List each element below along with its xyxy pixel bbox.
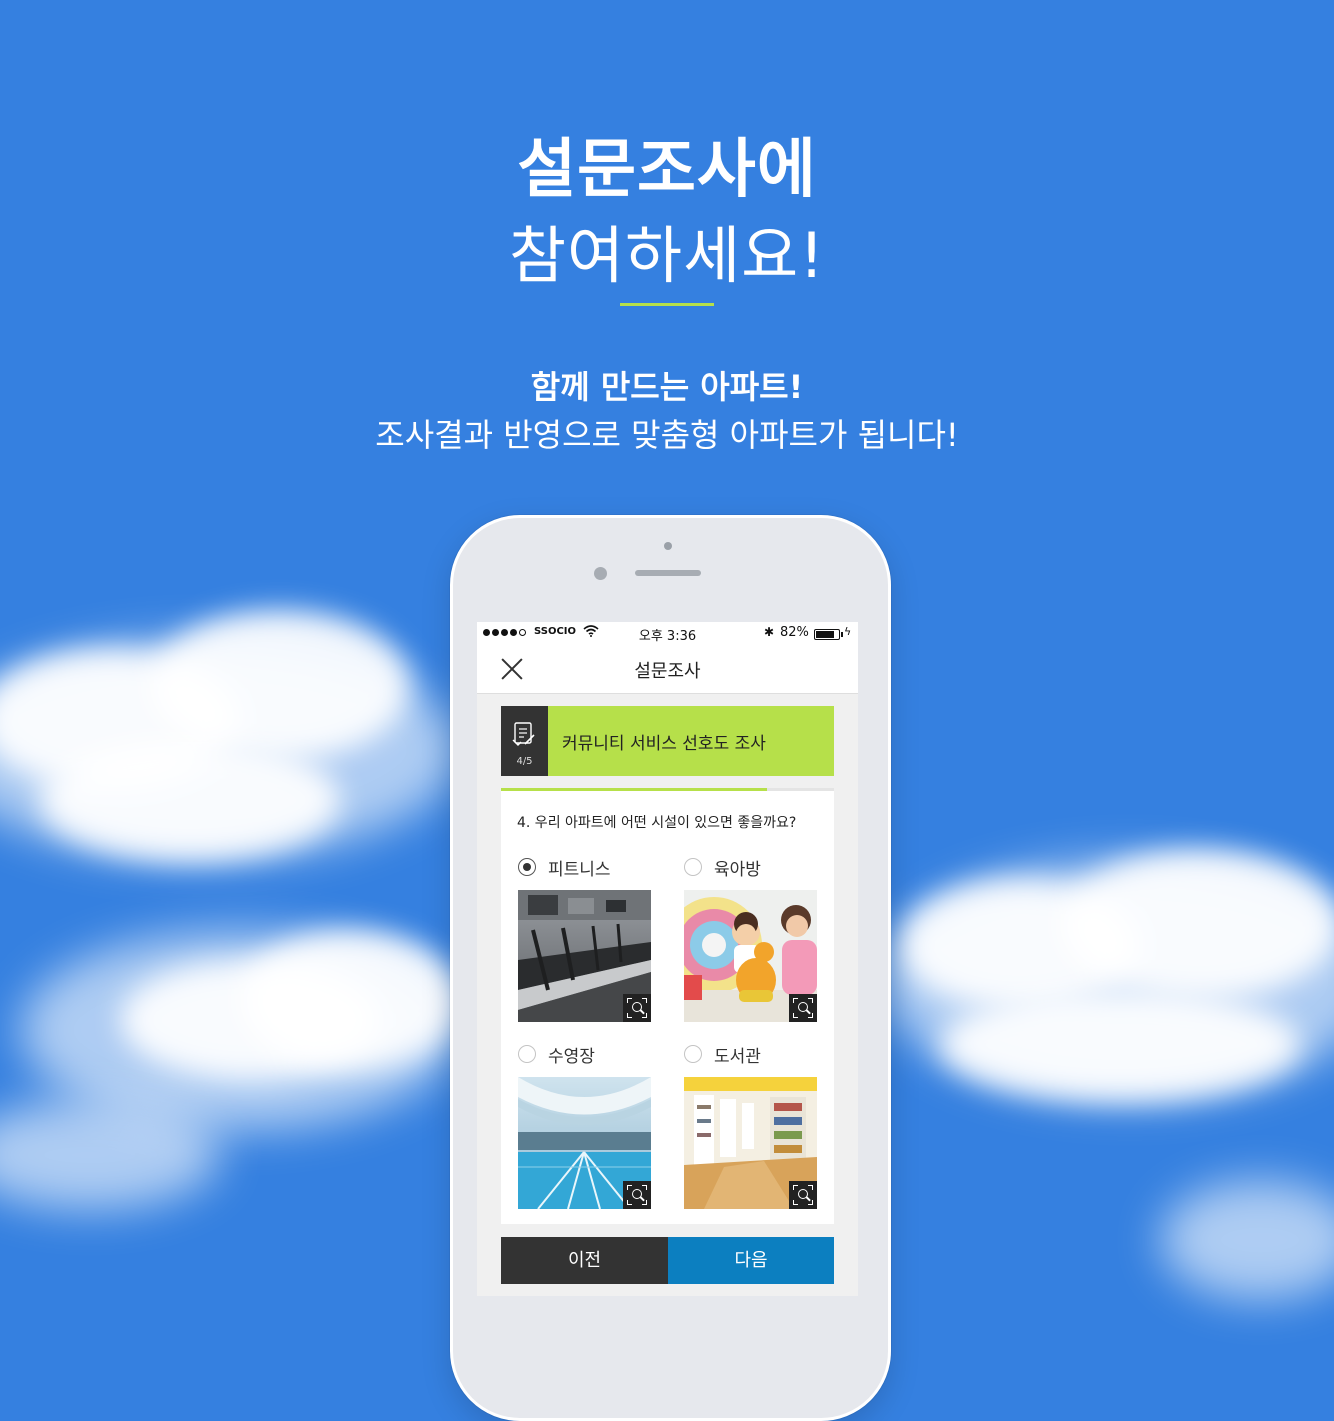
next-button[interactable]: 다음 <box>668 1237 834 1284</box>
option-radio-row[interactable]: 육아방 <box>684 856 761 880</box>
prev-button[interactable]: 이전 <box>501 1237 668 1284</box>
option-label: 수영장 <box>548 1046 595 1067</box>
nav-title: 설문조사 <box>634 661 701 682</box>
option-label: 피트니스 <box>548 859 611 880</box>
battery-percent: 82% <box>780 625 809 640</box>
bluetooth-icon: ✱ <box>764 625 775 639</box>
survey-banner: 4/5 커뮤니티 서비스 선호도 조사 <box>501 706 834 776</box>
front-camera <box>594 567 607 580</box>
library-photo <box>684 1077 817 1209</box>
zoom-icon[interactable] <box>623 1181 651 1209</box>
zoom-icon[interactable] <box>789 994 817 1022</box>
option-radio-row[interactable]: 피트니스 <box>518 856 611 880</box>
pool-photo <box>518 1077 651 1209</box>
option-radio[interactable] <box>684 858 702 876</box>
survey-progress-box: 4/5 <box>501 706 548 776</box>
fitness-photo <box>518 890 651 1022</box>
zoom-icon[interactable] <box>623 994 651 1022</box>
option-label: 육아방 <box>714 859 761 880</box>
hero-subtitle-line1: 함께 만드는 아파트! <box>530 368 804 406</box>
survey-progress-fill <box>501 788 768 791</box>
option-radio-row[interactable]: 도서관 <box>684 1043 761 1067</box>
option-radio[interactable] <box>684 1045 702 1063</box>
hero-title-line2: 참여하세요! <box>508 219 826 292</box>
survey-progress-label: 4/5 <box>516 756 533 767</box>
survey-document-icon <box>512 722 535 746</box>
option-radio-row[interactable]: 수영장 <box>518 1043 595 1067</box>
sensor-dot <box>664 542 672 550</box>
survey-progress-bar <box>501 788 834 791</box>
question-text: 4. 우리 아파트에 어떤 시설이 있으면 좋을까요? <box>517 815 797 831</box>
zoom-icon[interactable] <box>789 1181 817 1209</box>
childcare-photo <box>684 890 817 1022</box>
battery-icon <box>814 629 843 640</box>
phone-screen: SSOCIO 오후 3:36 ✱ 82% ϟ 설문조사 4/5 커뮤니티 서비스… <box>477 622 858 1296</box>
question-card: 4. 우리 아파트에 어떤 시설이 있으면 좋을까요? 피트니스 육아방 수영장… <box>501 788 834 1224</box>
hero-divider <box>620 303 714 306</box>
option-label: 도서관 <box>714 1046 761 1067</box>
hero-subtitle-line2: 조사결과 반영으로 맞춤형 아파트가 됩니다! <box>375 416 959 454</box>
option-radio[interactable] <box>518 858 536 876</box>
hero-title-line1: 설문조사에 <box>517 133 817 207</box>
charging-icon: ϟ <box>844 625 852 638</box>
option-radio[interactable] <box>518 1045 536 1063</box>
survey-title: 커뮤니티 서비스 선호도 조사 <box>562 734 766 754</box>
nav-bar: 설문조사 <box>477 644 858 694</box>
earpiece-speaker <box>635 570 701 576</box>
status-bar: SSOCIO 오후 3:36 ✱ 82% ϟ <box>477 622 858 644</box>
